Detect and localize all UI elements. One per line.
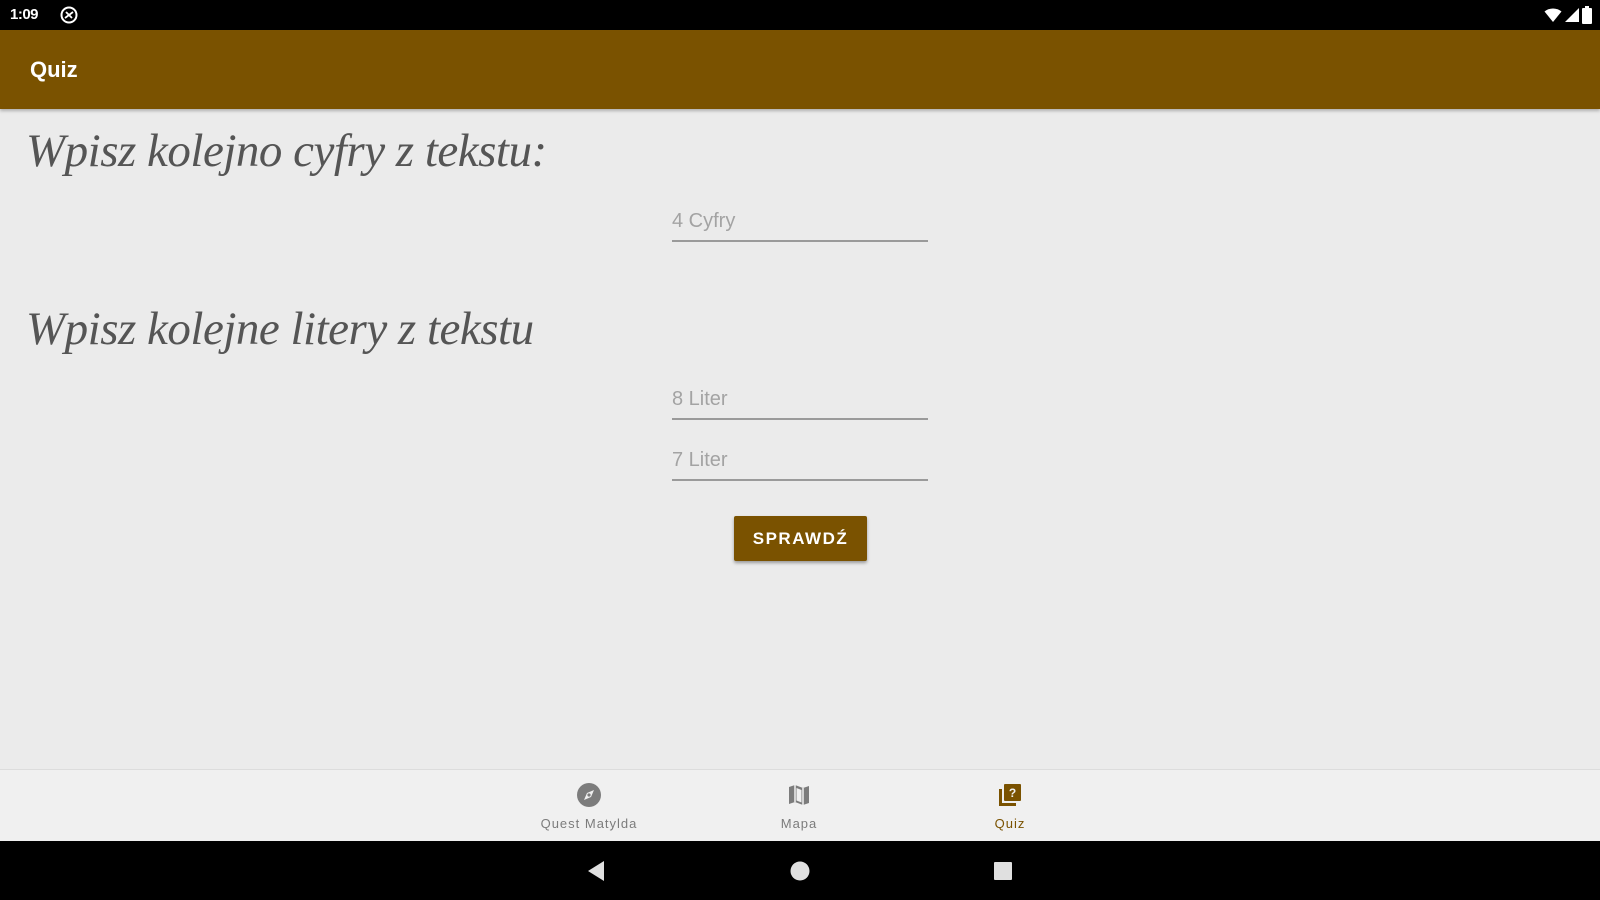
app-bar: Quiz (0, 30, 1600, 109)
battery-icon (1582, 6, 1592, 24)
compass-icon (577, 783, 601, 807)
letters-field-1 (672, 380, 928, 422)
app-notification-icon (60, 6, 78, 24)
digits-field (672, 202, 928, 244)
nav-item-mapa[interactable]: Mapa (729, 770, 869, 842)
nav-item-quiz[interactable]: ? Quiz (940, 770, 1080, 842)
digits-input[interactable] (672, 202, 928, 242)
letters-input-7[interactable] (672, 441, 928, 481)
back-icon[interactable] (584, 858, 610, 884)
letters-input-8[interactable] (672, 380, 928, 420)
bottom-navigation: Quest Matylda Mapa ? Quiz (0, 769, 1600, 842)
map-icon (789, 785, 809, 805)
wifi-icon (1544, 8, 1562, 22)
nav-item-quest-matylda[interactable]: Quest Matylda (519, 770, 659, 842)
recents-icon[interactable] (990, 858, 1016, 884)
status-bar: 1:09 (0, 0, 1600, 30)
system-navigation-bar (0, 841, 1600, 900)
nav-label-quiz: Quiz (994, 816, 1026, 831)
check-button[interactable]: SPRAWDŹ (734, 516, 867, 561)
home-icon[interactable] (787, 858, 813, 884)
cell-signal-icon (1565, 8, 1579, 22)
status-time: 1:09 (10, 6, 39, 23)
status-icons (1544, 6, 1592, 24)
letters-field-2 (672, 441, 928, 483)
quiz-icon: ? (999, 784, 1021, 806)
letters-heading: Wpisz kolejne litery z tekstu (26, 303, 534, 355)
nav-label-quest-matylda: Quest Matylda (540, 816, 638, 831)
digits-heading: Wpisz kolejno cyfry z tekstu: (26, 125, 547, 177)
screen: 1:09 Quiz Wpisz kolejno cyfry z tekstu: … (0, 0, 1600, 900)
page-title: Quiz (30, 57, 78, 82)
svg-text:?: ? (1009, 786, 1016, 800)
nav-label-mapa: Mapa (780, 816, 818, 831)
